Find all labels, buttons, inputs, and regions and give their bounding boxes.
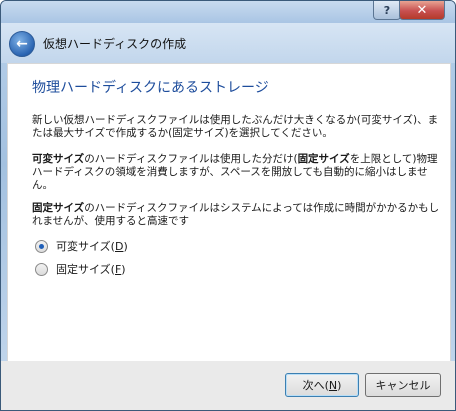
radio-dynamic-size[interactable]: 可変サイズ(D) (35, 238, 128, 254)
button-bar: 次へ(N) キャンセル (1, 361, 455, 410)
radio-label-dynamic[interactable]: 可変サイズ(D) (56, 238, 128, 254)
dynamic-size-text-1: のハードディスクファイルは使用した分だけ( (84, 153, 298, 165)
wizard-page: 物理ハードディスクにあるストレージ 新しい仮想ハードディスクファイルは使用したぶ… (7, 63, 451, 362)
radio-indicator-fixed[interactable] (35, 262, 48, 276)
wizard-nav-bar: ← 仮想ハードディスクの作成 (1, 23, 455, 63)
back-button[interactable]: ← (9, 31, 35, 57)
radio-selected-dot (39, 243, 44, 249)
close-icon: ✕ (416, 2, 428, 18)
radio-label-fixed[interactable]: 固定サイズ(F) (56, 261, 126, 277)
fixed-size-term: 固定サイズ (32, 202, 85, 214)
fixed-size-text: のハードディスクファイルはシステムによっては作成に時間がかかるかもしれませんが、… (32, 202, 440, 227)
fixed-size-term-inline: 固定サイズ (297, 153, 350, 165)
dialog-window: ? ✕ ← 仮想ハードディスクの作成 物理ハードディスクにあるストレージ 新しい… (0, 0, 456, 411)
dynamic-size-term: 可変サイズ (32, 153, 85, 165)
close-button[interactable]: ✕ (399, 1, 445, 20)
dynamic-size-paragraph: 可変サイズのハードディスクファイルは使用した分だけ(固定サイズを上限として)物理… (32, 153, 442, 192)
radio-fixed-size[interactable]: 固定サイズ(F) (35, 261, 126, 277)
wizard-title: 仮想ハードディスクの作成 (43, 37, 187, 51)
cancel-button[interactable]: キャンセル (365, 373, 441, 397)
mnemonic-n: N (328, 378, 338, 392)
description-paragraph: 新しい仮想ハードディスクファイルは使用したぶんだけ大きくなるか(可変サイズ)、ま… (32, 114, 439, 139)
help-icon: ? (383, 3, 391, 17)
help-button[interactable]: ? (373, 1, 401, 20)
page-heading: 物理ハードディスクにあるストレージ (32, 80, 269, 96)
next-button[interactable]: 次へ(N) (285, 373, 359, 397)
fixed-size-paragraph: 固定サイズのハードディスクファイルはシステムによっては作成に時間がかかるかもしれ… (32, 202, 442, 228)
radio-indicator-dynamic[interactable] (35, 239, 48, 253)
title-bar: ? ✕ (1, 1, 455, 23)
back-arrow-icon: ← (16, 36, 28, 52)
